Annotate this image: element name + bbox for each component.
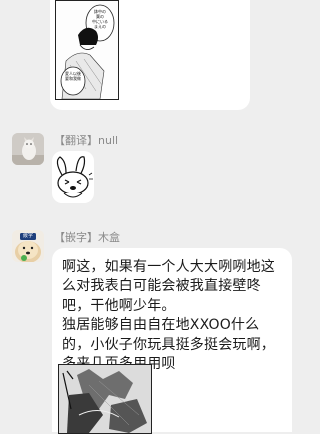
sticker-bubble[interactable] xyxy=(52,151,94,203)
manga-drawing xyxy=(59,365,151,433)
manga-speech-2: 愛人以後 要和我做 xyxy=(65,71,81,81)
avatar-translator[interactable] xyxy=(12,133,44,165)
rabbit-sticker-icon xyxy=(56,156,93,198)
manga-speech-1: 鉢中の 葉の 中にいる まえの xyxy=(92,9,108,29)
avatar-label: 嵌字 xyxy=(22,233,33,239)
sender-name: 【嵌字】木盒 xyxy=(54,231,120,244)
avatar-typesetter[interactable]: 嵌字 xyxy=(12,230,44,262)
image-message-bubble[interactable]: 鉢中の 葉の 中にいる まえの 愛人以後 要和我做 xyxy=(50,0,250,110)
manga-image-top[interactable]: 鉢中の 葉の 中にいる まえの 愛人以後 要和我做 xyxy=(55,0,119,100)
manga-image-bottom[interactable] xyxy=(58,364,152,434)
message-text: 啊这，如果有一个人大大咧咧地这么对我表白可能会被我直接壁咚吧，干他啊少年。 独居… xyxy=(62,259,275,373)
sender-name: 【翻译】null xyxy=(54,134,119,147)
cat-photo-icon xyxy=(12,133,44,165)
